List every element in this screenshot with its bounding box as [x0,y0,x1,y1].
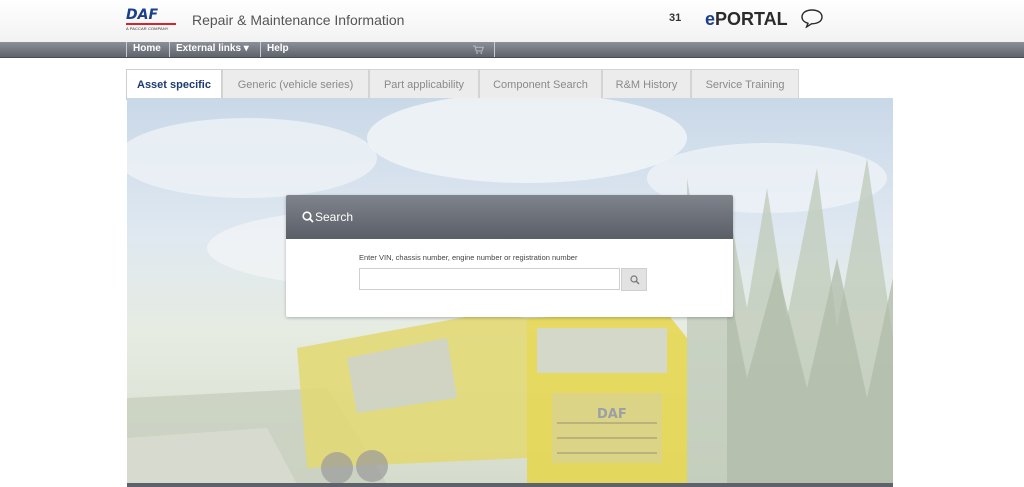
tab-asset-specific[interactable]: Asset specific [126,69,222,100]
search-panel-header: Search [286,195,733,239]
hero-bottom-bar [127,483,893,487]
top-header: DAF A PACCAR COMPANY Repair & Maintenanc… [0,0,1024,42]
main-nav: Home External links ▾ Help [0,42,1024,58]
logo-wordmark: DAF [126,7,159,23]
nav-home[interactable]: Home [126,42,167,57]
eportal-prefix: e [705,9,716,29]
search-field-label: Enter VIN, chassis number, engine number… [359,253,578,262]
tab-generic-vehicle-series[interactable]: Generic (vehicle series) [222,69,369,98]
nav-divider [494,42,495,57]
search-button[interactable] [621,268,647,291]
notification-count[interactable]: 31 [669,12,681,24]
tab-rm-history[interactable]: R&M History [602,69,691,98]
logo-subtext: A PACCAR COMPANY [126,26,169,31]
tab-service-training[interactable]: Service Training [691,69,799,98]
search-button-icon [630,275,640,285]
logo-red-bar [126,23,176,25]
eportal-suffix: PORTAL [715,9,788,29]
nav-help[interactable]: Help [260,42,295,57]
vin-search-input[interactable] [359,268,620,290]
tab-part-applicability[interactable]: Part applicability [369,69,479,98]
cart-icon[interactable] [473,45,484,54]
search-panel-title: Search [315,210,354,224]
daf-logo[interactable]: DAF A PACCAR COMPANY [126,8,178,32]
nav-external-links[interactable]: External links ▾ [169,42,255,57]
search-icon [302,211,314,223]
truck-grille-logo: DAF [597,407,627,422]
tab-component-search[interactable]: Component Search [479,69,602,98]
app-title: Repair & Maintenance Information [192,12,405,28]
eportal-link[interactable]: ePORTAL [705,9,788,30]
chat-icon[interactable] [800,8,824,28]
search-panel: Search Enter VIN, chassis number, engine… [286,195,733,317]
